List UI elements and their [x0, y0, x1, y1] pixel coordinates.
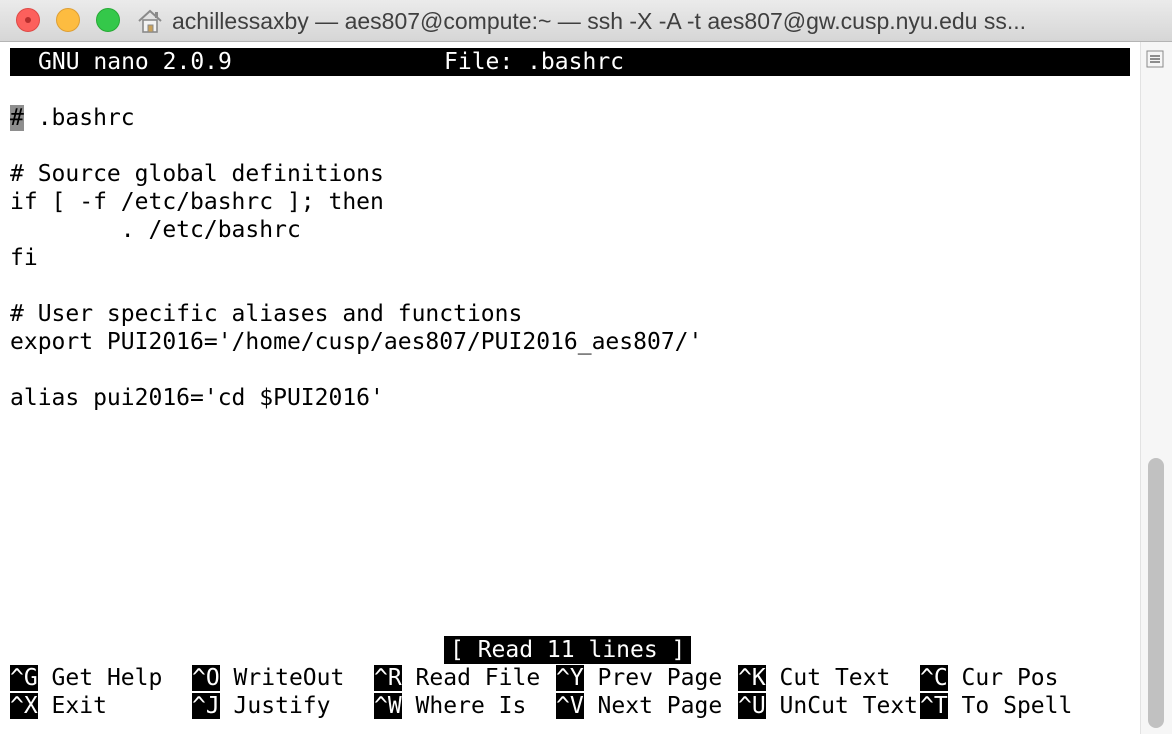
editor-line-11[interactable]: alias pui2016='cd $PUI2016'	[10, 384, 384, 412]
shortcut-key: ^V	[556, 693, 584, 719]
shortcut-exit[interactable]: ^X Exit	[10, 692, 107, 720]
terminal-view[interactable]: GNU nano 2.0.9 File: .bashrc # .bashrc #…	[0, 42, 1140, 734]
terminal-window: achillessaxby — aes807@compute:~ — ssh -…	[0, 0, 1172, 734]
shortcut-to-spell[interactable]: ^T To Spell	[920, 692, 1072, 720]
shortcut-label: UnCut Text	[765, 693, 919, 719]
nano-version: GNU nano 2.0.9	[38, 49, 232, 75]
shortcut-key: ^J	[192, 693, 220, 719]
zoom-window-button[interactable]	[96, 8, 120, 32]
shortcut-key: ^T	[920, 693, 948, 719]
close-window-button[interactable]	[16, 8, 40, 32]
shortcut-justify[interactable]: ^J Justify	[192, 692, 330, 720]
home-icon	[138, 9, 162, 33]
shortcut-key: ^W	[374, 693, 402, 719]
editor-line-3[interactable]: # Source global definitions	[10, 160, 384, 188]
shortcut-cur-pos[interactable]: ^C Cur Pos	[920, 664, 1058, 692]
editor-line-4[interactable]: if [ -f /etc/bashrc ]; then	[10, 188, 384, 216]
shortcut-label: Justify	[219, 693, 331, 719]
window-title: achillessaxby — aes807@compute:~ — ssh -…	[172, 8, 1027, 34]
shortcut-key: ^O	[192, 665, 220, 691]
nano-file-name: File: .bashrc	[444, 49, 625, 75]
shortcut-prev-page[interactable]: ^Y Prev Page	[556, 664, 722, 692]
shortcut-uncut-text[interactable]: ^U UnCut Text	[738, 692, 918, 720]
nano-header-bar: GNU nano 2.0.9 File: .bashrc	[10, 48, 1130, 76]
text-cursor: #	[10, 105, 24, 131]
shortcut-key: ^R	[374, 665, 402, 691]
shortcut-label: Next Page	[583, 693, 723, 719]
shortcut-label: Read File	[401, 665, 541, 691]
shortcut-key: ^G	[10, 665, 38, 691]
shortcut-get-help[interactable]: ^G Get Help	[10, 664, 162, 692]
shortcut-key: ^K	[738, 665, 766, 691]
shortcut-key: ^C	[920, 665, 948, 691]
shortcut-read-file[interactable]: ^R Read File	[374, 664, 540, 692]
scrollbar-thumb[interactable]	[1148, 458, 1164, 728]
nano-status-message: [ Read 11 lines ]	[444, 636, 692, 664]
editor-line-9[interactable]: export PUI2016='/home/cusp/aes807/PUI201…	[10, 328, 702, 356]
shortcut-label: Exit	[37, 693, 107, 719]
editor-line-8[interactable]: # User specific aliases and functions	[10, 300, 522, 328]
shortcut-write-out[interactable]: ^O WriteOut	[192, 664, 344, 692]
editor-line-6[interactable]: fi	[10, 244, 38, 272]
shortcut-cut-text[interactable]: ^K Cut Text	[738, 664, 890, 692]
shortcut-label: Cut Text	[765, 665, 891, 691]
minimize-window-button[interactable]	[56, 8, 80, 32]
shortcut-key: ^Y	[556, 665, 584, 691]
shortcut-label: Get Help	[37, 665, 163, 691]
title-bar[interactable]: achillessaxby — aes807@compute:~ — ssh -…	[0, 0, 1172, 42]
hamburger-lines-icon[interactable]	[1146, 50, 1164, 68]
shortcut-key: ^X	[10, 693, 38, 719]
shortcut-key: ^U	[738, 693, 766, 719]
editor-line-5[interactable]: . /etc/bashrc	[10, 216, 301, 244]
shortcut-label: Cur Pos	[947, 665, 1059, 691]
shortcut-where-is[interactable]: ^W Where Is	[374, 692, 526, 720]
shortcut-label: Where Is	[401, 693, 527, 719]
shortcut-label: To Spell	[947, 693, 1073, 719]
editor-line-1[interactable]: # .bashrc	[10, 104, 135, 132]
shortcut-next-page[interactable]: ^V Next Page	[556, 692, 722, 720]
shortcut-label: WriteOut	[219, 665, 345, 691]
shortcut-label: Prev Page	[583, 665, 723, 691]
editor-line-text: .bashrc	[23, 105, 135, 131]
